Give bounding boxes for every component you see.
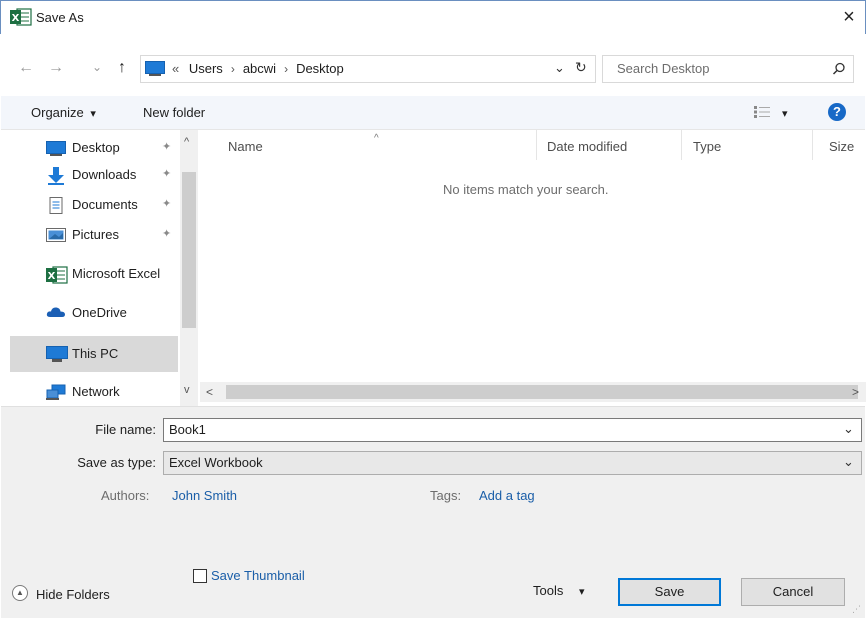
excel-icon: X (10, 8, 32, 26)
desktop-icon (46, 140, 66, 156)
empty-list-message: No items match your search. (443, 182, 609, 197)
sidebar-item-pictures[interactable]: Pictures ✦ (10, 217, 178, 253)
hide-folders-icon[interactable]: ▲ (12, 585, 28, 601)
window-title: Save As (36, 10, 84, 25)
breadcrumb-separator[interactable]: › (231, 62, 235, 76)
sort-ascending-icon: ^ (374, 133, 379, 144)
pin-icon[interactable]: ✦ (162, 140, 171, 153)
column-header-date-modified[interactable]: Date modified (547, 139, 627, 154)
desktop-icon (145, 61, 165, 79)
svg-text:X: X (12, 13, 20, 24)
file-name-label: File name: (95, 422, 156, 437)
breadcrumb-abcwi[interactable]: abcwi (243, 61, 276, 76)
this-pc-icon (46, 346, 68, 362)
chevron-down-icon: ▾ (90, 108, 96, 120)
column-header-name[interactable]: Name (228, 139, 263, 154)
refresh-icon[interactable]: ↻ (575, 59, 587, 76)
organize-label: Organize (31, 105, 84, 120)
excel-icon: X (46, 266, 68, 284)
downloads-icon (46, 167, 66, 185)
file-name-value[interactable]: Book1 (169, 422, 206, 437)
onedrive-icon (46, 305, 66, 321)
svg-text:X: X (48, 271, 56, 282)
new-folder-button[interactable]: New folder (143, 105, 205, 120)
tags-label: Tags: (430, 488, 462, 503)
column-divider[interactable] (681, 130, 682, 160)
sidebar-item-label: Microsoft Excel (72, 266, 161, 281)
hide-folders-button[interactable]: Hide Folders (36, 587, 110, 602)
title-bar (0, 0, 866, 34)
sidebar-item-label: Pictures (72, 227, 119, 242)
sidebar-item-label: Desktop (72, 140, 120, 155)
network-icon (46, 384, 66, 400)
sidebar-item-onedrive[interactable]: OneDrive (10, 295, 178, 331)
save-as-type-value[interactable]: Excel Workbook (169, 455, 263, 470)
sidebar-item-network[interactable]: Network (10, 374, 178, 410)
sidebar-item-label: OneDrive (72, 305, 127, 320)
tools-label: Tools (533, 583, 564, 598)
pin-icon[interactable]: ✦ (162, 167, 171, 180)
breadcrumb-separator[interactable]: › (284, 62, 288, 76)
help-icon[interactable]: ? (828, 103, 846, 121)
file-name-field[interactable] (163, 418, 862, 442)
cancel-button[interactable]: Cancel (741, 578, 845, 606)
documents-icon (46, 197, 66, 214)
organize-button[interactable]: Organize ▾ (31, 105, 96, 120)
close-button[interactable]: × (836, 4, 862, 30)
sidebar-item-this-pc[interactable]: This PC (10, 336, 178, 372)
authors-label: Authors: (101, 488, 150, 503)
search-icon[interactable] (832, 62, 846, 79)
sidebar-item-microsoft-excel[interactable]: X Microsoft Excel (10, 256, 178, 292)
save-thumbnail-checkbox[interactable] (193, 569, 207, 583)
sidebar-item-label: Documents (72, 197, 138, 212)
search-input[interactable]: Search Desktop (617, 61, 710, 76)
scroll-left-icon[interactable]: < (206, 385, 213, 399)
command-bar (1, 96, 865, 130)
authors-value[interactable]: John Smith (172, 488, 237, 503)
tags-input[interactable]: Add a tag (479, 488, 535, 503)
tools-button[interactable]: Tools ▾ (533, 583, 585, 598)
address-dropdown-icon[interactable]: ⌄ (554, 60, 565, 76)
column-header-type[interactable]: Type (693, 139, 721, 154)
pictures-icon (46, 227, 66, 243)
breadcrumb: « Users › abcwi › Desktop (172, 61, 344, 76)
breadcrumb-desktop[interactable]: Desktop (296, 61, 344, 76)
scroll-up-icon[interactable]: ^ (184, 136, 189, 148)
breadcrumb-overflow[interactable]: « (172, 61, 179, 76)
save-button[interactable]: Save (618, 578, 721, 606)
forward-button[interactable]: → (46, 58, 66, 78)
save-as-type-label: Save as type: (77, 455, 156, 470)
resize-grip-icon[interactable]: ⋰ (852, 604, 861, 615)
save-as-type-dropdown-icon[interactable]: ⌄ (843, 454, 854, 470)
recent-locations-button[interactable]: ⌄ (90, 57, 104, 77)
scroll-down-icon[interactable]: v (184, 384, 190, 396)
column-divider[interactable] (812, 130, 813, 160)
scroll-right-icon[interactable]: > (852, 385, 859, 399)
sidebar-item-label: This PC (72, 346, 119, 361)
view-options-icon[interactable] (754, 106, 770, 121)
pin-icon[interactable]: ✦ (162, 197, 171, 210)
sidebar-item-label: Downloads (72, 167, 137, 182)
column-header-size[interactable]: Size (829, 139, 854, 154)
navigation-scrollbar-thumb[interactable] (182, 172, 196, 328)
breadcrumb-users[interactable]: Users (189, 61, 223, 76)
column-divider[interactable] (536, 130, 537, 160)
save-as-type-select[interactable] (163, 451, 862, 475)
horizontal-scrollbar-thumb[interactable] (226, 385, 858, 399)
save-thumbnail-label[interactable]: Save Thumbnail (211, 568, 305, 583)
back-button[interactable]: ← (16, 58, 36, 78)
chevron-down-icon: ▾ (578, 586, 585, 598)
view-dropdown-icon[interactable]: ▾ (782, 107, 788, 120)
up-button[interactable]: ↑ (112, 58, 132, 78)
sidebar-item-label: Network (72, 384, 120, 399)
pin-icon[interactable]: ✦ (162, 227, 171, 240)
file-name-dropdown-icon[interactable]: ⌄ (843, 421, 854, 437)
